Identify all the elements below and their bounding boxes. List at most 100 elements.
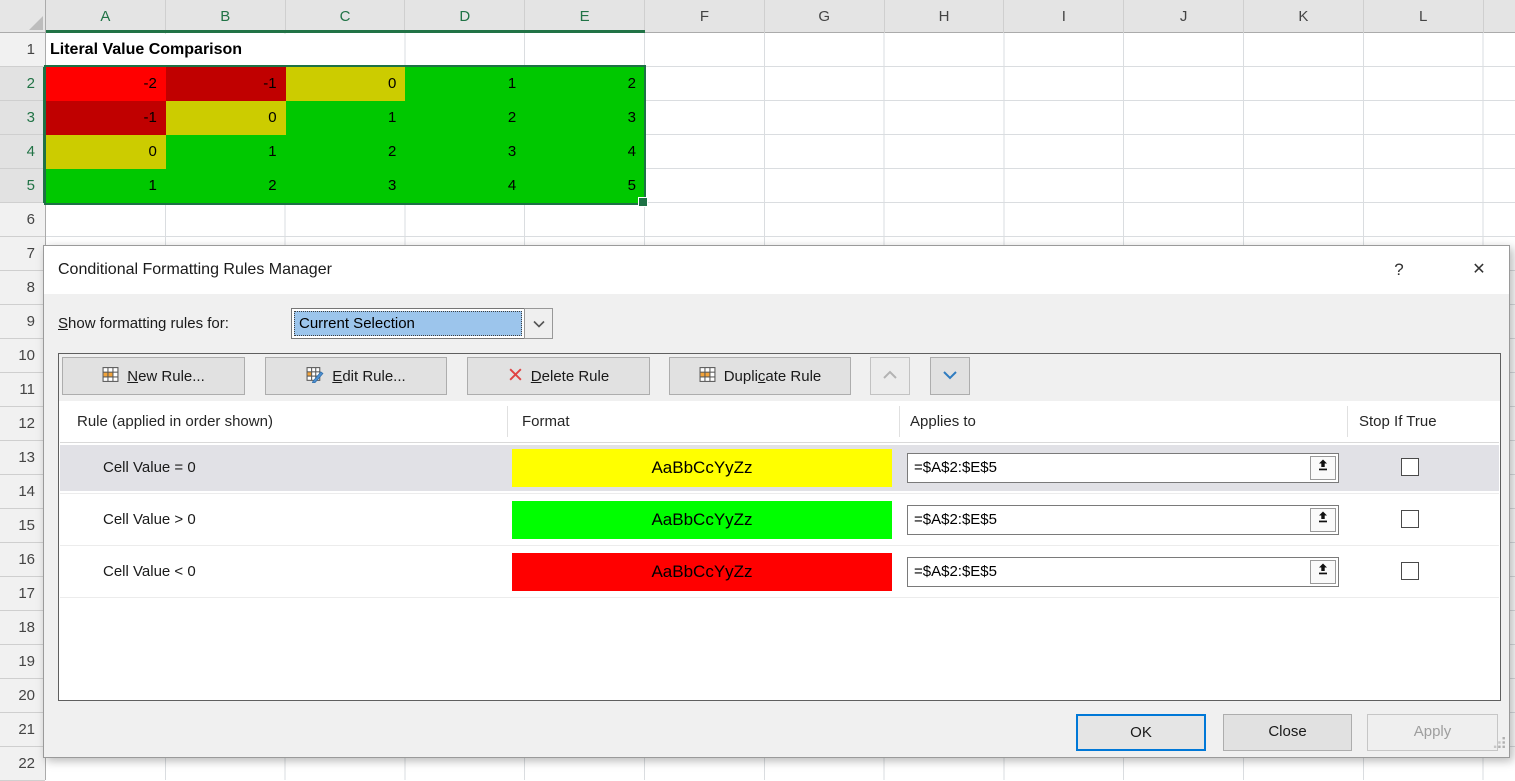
format-preview: AaBbCcYyZz <box>512 501 892 539</box>
dialog-titlebar[interactable]: Conditional Formatting Rules Manager ? ✕ <box>44 246 1509 294</box>
format-preview: AaBbCcYyZz <box>512 449 892 487</box>
applies-to-field[interactable]: =$A$2:$E$5 <box>907 453 1339 483</box>
row-header-9[interactable]: 9 <box>0 305 45 339</box>
close-icon[interactable]: ✕ <box>1462 246 1496 294</box>
applies-to-value: =$A$2:$E$5 <box>914 511 997 528</box>
dialog-title: Conditional Formatting Rules Manager <box>58 246 332 294</box>
row-header-18[interactable]: 18 <box>0 611 45 645</box>
range-picker-button[interactable] <box>1310 456 1336 480</box>
row-header-2[interactable]: 2 <box>0 67 45 101</box>
row-header-8[interactable]: 8 <box>0 271 45 305</box>
rule-row-cell-value-greater-0[interactable]: Cell Value > 0 AaBbCcYyZz =$A$2:$E$5 <box>60 497 1499 543</box>
applies-to-field[interactable]: =$A$2:$E$5 <box>907 505 1339 535</box>
red-x-icon <box>508 367 523 386</box>
duplicate-rule-button[interactable]: Duplicate Rule <box>669 357 851 395</box>
delete-rule-button[interactable]: Delete Rule <box>467 357 650 395</box>
header-rule: Rule (applied in order shown) <box>77 401 273 442</box>
rule-row-cell-value-less-0[interactable]: Cell Value < 0 AaBbCcYyZz =$A$2:$E$5 <box>60 549 1499 595</box>
header-divider <box>899 406 900 437</box>
combo-selected-value: Current Selection <box>294 311 522 336</box>
row-separator <box>60 493 1499 494</box>
column-header-I[interactable]: I <box>1004 0 1124 33</box>
apply-button[interactable]: Apply <box>1367 714 1498 751</box>
applies-to-value: =$A$2:$E$5 <box>914 563 997 580</box>
row-separator <box>60 545 1499 546</box>
range-picker-button[interactable] <box>1310 560 1336 584</box>
row-header-14[interactable]: 14 <box>0 475 45 509</box>
conditional-formatting-rules-manager-dialog: Conditional Formatting Rules Manager ? ✕… <box>43 245 1510 758</box>
rule-name: Cell Value < 0 <box>103 549 196 595</box>
row-header-6[interactable]: 6 <box>0 203 45 237</box>
collapse-dialog-arrow-icon <box>1316 454 1330 482</box>
rules-toolbar: New Rule... Edit Rule... Delete Rule Dup… <box>59 354 1500 401</box>
show-label-rest: how formatting rules for: <box>68 315 229 332</box>
combo-dropdown-button[interactable] <box>524 308 553 339</box>
row-header-15[interactable]: 15 <box>0 509 45 543</box>
edit-rule-button[interactable]: Edit Rule... <box>265 357 447 395</box>
ok-button[interactable]: OK <box>1076 714 1206 751</box>
move-rule-up-button[interactable] <box>870 357 910 395</box>
rule-name: Cell Value = 0 <box>103 445 196 491</box>
grid-pencil-icon <box>306 366 324 387</box>
column-header-G[interactable]: G <box>765 0 885 33</box>
row-header-4[interactable]: 4 <box>0 135 45 169</box>
row-header-11[interactable]: 11 <box>0 373 45 407</box>
fill-handle[interactable] <box>638 197 648 207</box>
help-button[interactable]: ? <box>1384 246 1414 294</box>
rules-list-header: Rule (applied in order shown) Format App… <box>60 401 1499 443</box>
grid-table-icon <box>102 366 119 387</box>
close-button[interactable]: Close <box>1223 714 1352 751</box>
new-rule-button[interactable]: New Rule... <box>62 357 245 395</box>
row-header-22[interactable]: 22 <box>0 747 45 781</box>
row-header-5[interactable]: 5 <box>0 169 45 203</box>
show-formatting-rules-label: Show formatting rules for: <box>58 308 229 339</box>
header-stop-if-true: Stop If True <box>1359 401 1437 442</box>
header-divider <box>507 406 508 437</box>
show-label-accelerator: S <box>58 315 68 332</box>
stop-if-true-checkbox[interactable] <box>1401 510 1419 528</box>
row-separator <box>60 597 1499 598</box>
show-rules-combobox[interactable]: Current Selection <box>291 308 525 339</box>
header-divider <box>1347 406 1348 437</box>
column-header-J[interactable]: J <box>1124 0 1244 33</box>
rule-row-cell-value-equals-0[interactable]: Cell Value = 0 AaBbCcYyZz =$A$2:$E$5 <box>60 445 1499 491</box>
range-picker-button[interactable] <box>1310 508 1336 532</box>
row-header-1[interactable]: 1 <box>0 33 45 67</box>
column-header-K[interactable]: K <box>1244 0 1364 33</box>
column-header-D[interactable]: D <box>405 0 525 33</box>
chevron-down-icon <box>533 315 545 333</box>
applies-to-field[interactable]: =$A$2:$E$5 <box>907 557 1339 587</box>
column-header-B[interactable]: B <box>166 0 286 33</box>
edit-rule-label: Edit Rule... <box>332 368 405 385</box>
stop-if-true-checkbox[interactable] <box>1401 458 1419 476</box>
column-header-F[interactable]: F <box>645 0 765 33</box>
row-header-3[interactable]: 3 <box>0 101 45 135</box>
column-header-H[interactable]: H <box>885 0 1005 33</box>
row-header-13[interactable]: 13 <box>0 441 45 475</box>
chevron-up-icon <box>882 367 898 385</box>
stop-if-true-checkbox[interactable] <box>1401 562 1419 580</box>
format-preview: AaBbCcYyZz <box>512 553 892 591</box>
header-format: Format <box>522 401 570 442</box>
row-header-7[interactable]: 7 <box>0 237 45 271</box>
collapse-dialog-arrow-icon <box>1316 558 1330 586</box>
column-header-E[interactable]: E <box>525 0 645 33</box>
grid-table-icon <box>699 366 716 387</box>
select-all-corner[interactable] <box>0 0 46 33</box>
column-header-A[interactable]: A <box>46 0 166 33</box>
column-header-C[interactable]: C <box>286 0 406 33</box>
move-rule-down-button[interactable] <box>930 357 970 395</box>
row-header-21[interactable]: 21 <box>0 713 45 747</box>
row-header-17[interactable]: 17 <box>0 577 45 611</box>
duplicate-rule-label: Duplicate Rule <box>724 368 822 385</box>
row-header-19[interactable]: 19 <box>0 645 45 679</box>
resize-grip-icon[interactable] <box>1493 736 1506 754</box>
column-header-L[interactable]: L <box>1364 0 1484 33</box>
row-header-12[interactable]: 12 <box>0 407 45 441</box>
new-rule-label: New Rule... <box>127 368 205 385</box>
delete-rule-label: Delete Rule <box>531 368 609 385</box>
row-header-20[interactable]: 20 <box>0 679 45 713</box>
row-header-16[interactable]: 16 <box>0 543 45 577</box>
row-header-10[interactable]: 10 <box>0 339 45 373</box>
cell-A1-title[interactable]: Literal Value Comparison <box>50 33 242 67</box>
